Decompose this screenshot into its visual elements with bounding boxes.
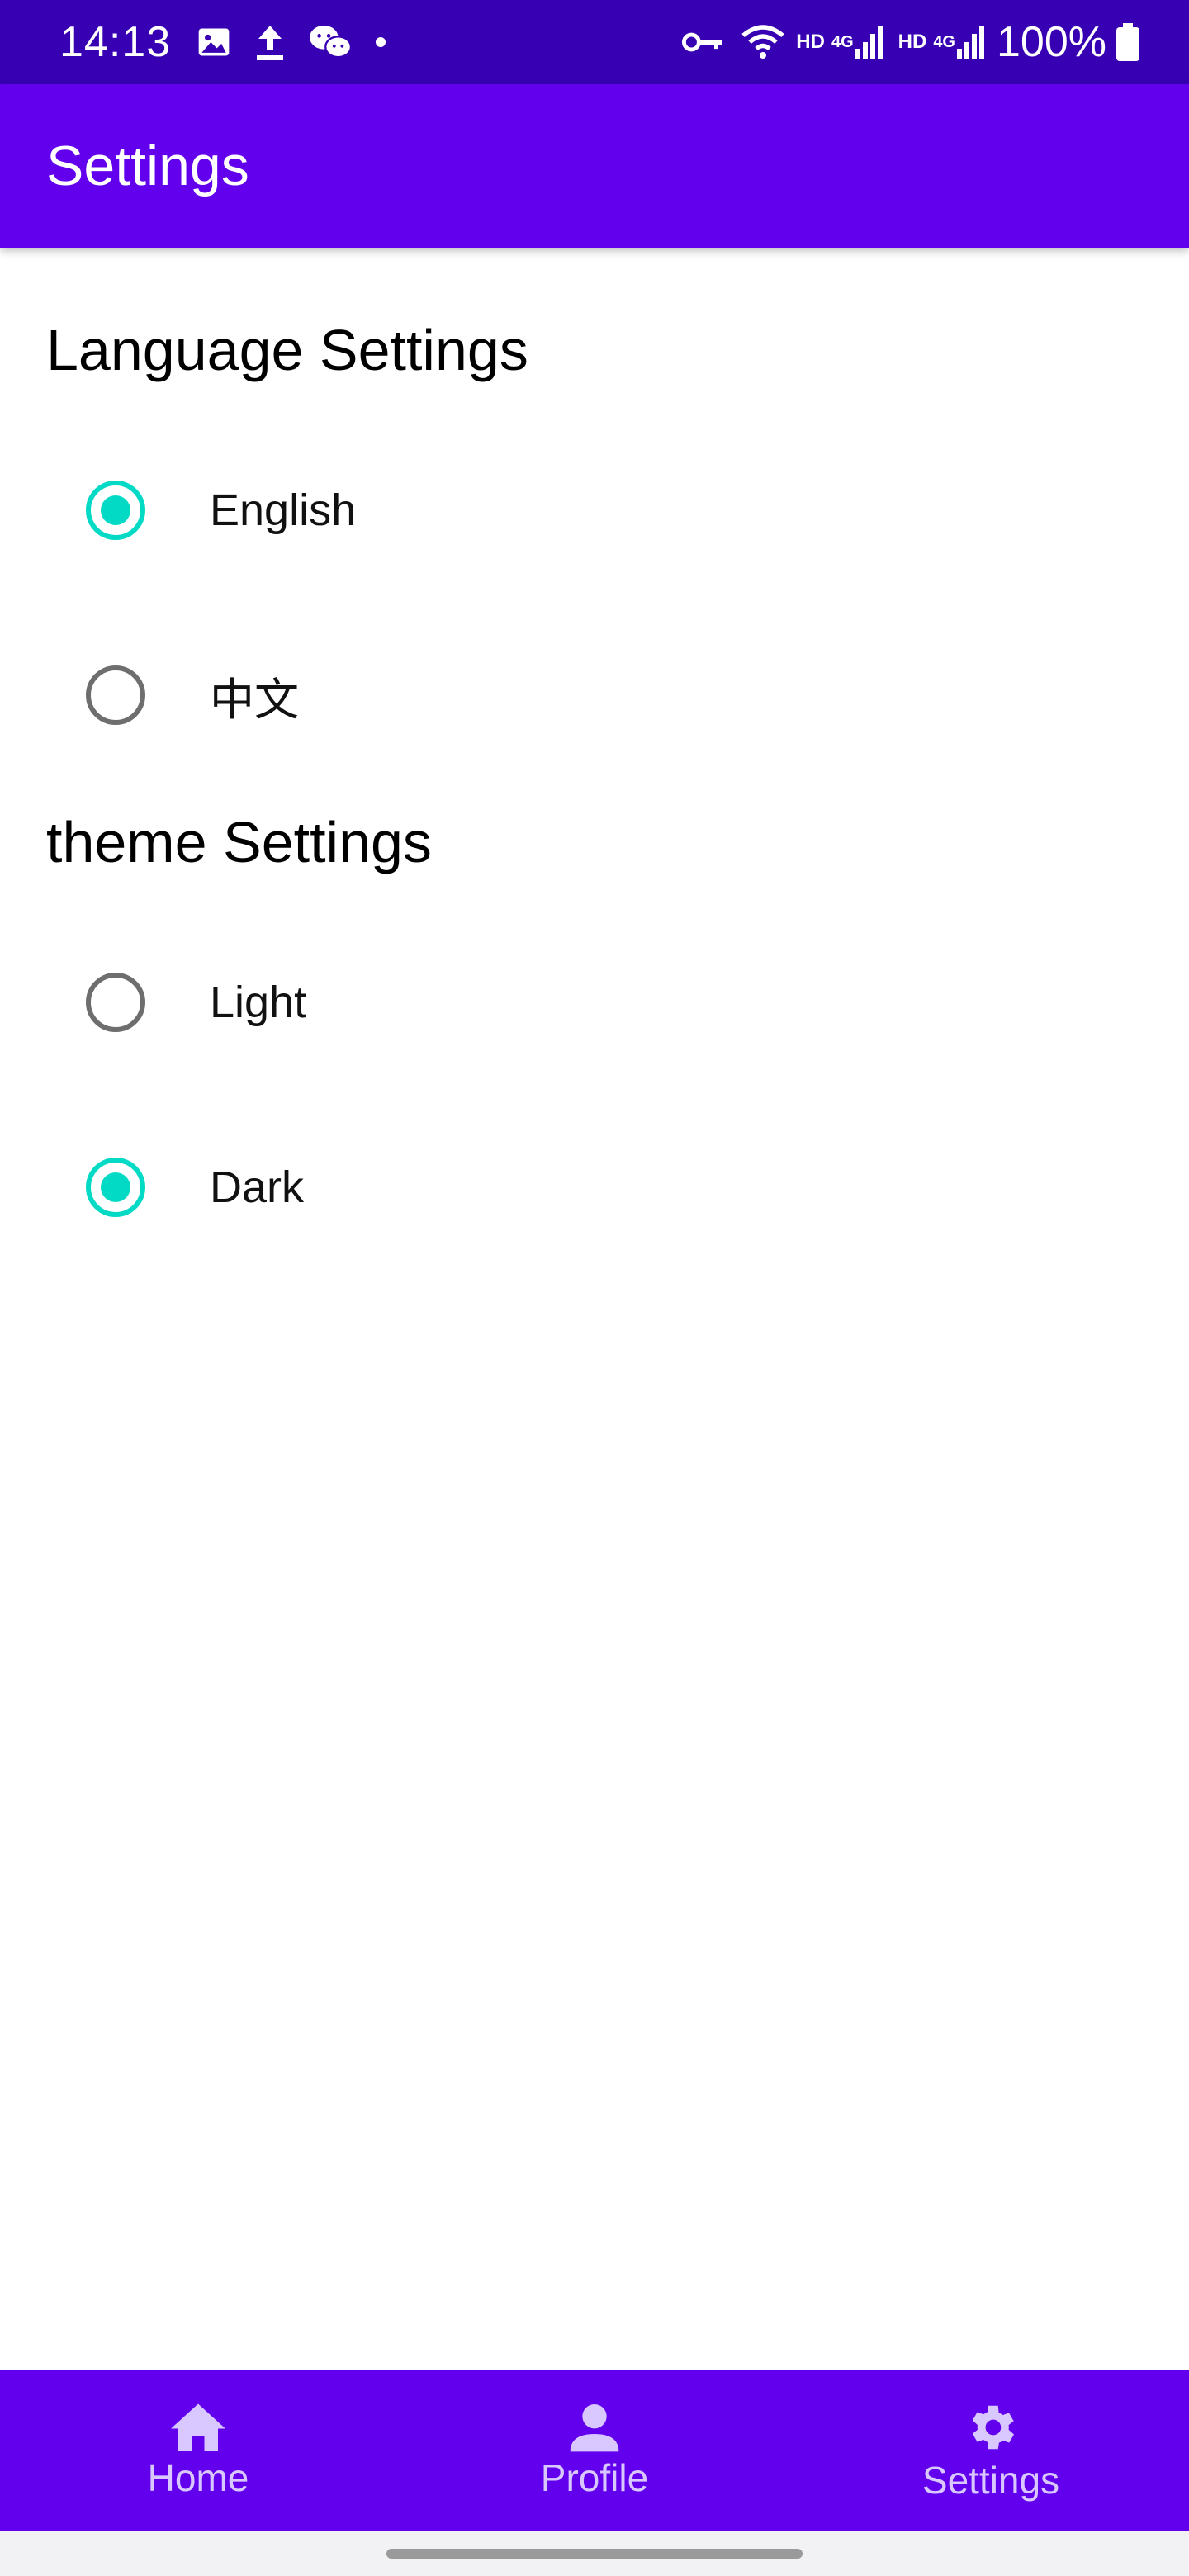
- radio-button-checked[interactable]: [86, 481, 145, 540]
- network-2-label: HD: [898, 31, 927, 53]
- language-option-chinese[interactable]: 中文: [0, 637, 1189, 753]
- theme-option-light[interactable]: Light: [0, 945, 1189, 1060]
- gear-icon: [972, 2405, 1014, 2450]
- radio-label: 中文: [210, 675, 299, 725]
- radio-label: Light: [210, 978, 307, 1027]
- wechat-icon: [308, 23, 353, 61]
- network-2-signal: 4G: [933, 34, 955, 50]
- upload-icon: [253, 22, 287, 62]
- theme-settings-title: theme Settings: [46, 810, 432, 874]
- network-1-signal: 4G: [831, 34, 854, 50]
- settings-screen: 14:13 HD 4G HD 4G 100% Settings Language…: [0, 0, 1189, 2576]
- gallery-icon: [196, 24, 232, 60]
- nav-label-settings: Settings: [921, 2459, 1060, 2502]
- status-time: 14:13: [59, 18, 172, 66]
- bottom-navigation: Home Profile Settings: [0, 2370, 1189, 2531]
- signal-icon: [855, 26, 883, 59]
- status-right: HD 4G HD 4G 100%: [682, 17, 1139, 67]
- language-option-english[interactable]: English: [0, 452, 1189, 568]
- theme-option-dark[interactable]: Dark: [0, 1129, 1189, 1245]
- status-left: 14:13: [59, 17, 409, 67]
- home-gesture-handle[interactable]: [386, 2549, 803, 2559]
- network-1-label: HD: [796, 31, 825, 53]
- home-icon: [171, 2403, 225, 2451]
- nav-item-home[interactable]: Home: [0, 2370, 396, 2531]
- app-bar: Settings: [0, 84, 1189, 248]
- page-title: Settings: [46, 135, 249, 197]
- battery-percent: 100%: [997, 18, 1106, 66]
- nav-item-profile[interactable]: Profile: [396, 2370, 793, 2531]
- battery-icon: [1116, 23, 1139, 61]
- status-bar: 14:13 HD 4G HD 4G 100%: [0, 0, 1189, 84]
- radio-button[interactable]: [86, 665, 145, 725]
- nav-label-home: Home: [147, 2456, 249, 2499]
- radio-label: Dark: [210, 1163, 305, 1212]
- vpn-key-icon: [682, 30, 725, 54]
- person-icon: [570, 2404, 619, 2452]
- nav-item-settings[interactable]: Settings: [793, 2370, 1189, 2531]
- gesture-bar: [0, 2531, 1189, 2576]
- wifi-icon: [740, 24, 786, 60]
- language-settings-title: Language Settings: [46, 318, 528, 382]
- network-2-generation: 4G: [933, 33, 955, 51]
- nav-label-profile: Profile: [540, 2456, 649, 2499]
- radio-button-checked[interactable]: [86, 1158, 145, 1217]
- signal-icon: [957, 26, 985, 59]
- network-1-generation: 4G: [831, 33, 854, 51]
- radio-label: English: [210, 485, 357, 535]
- dot-icon: [374, 36, 387, 49]
- radio-button[interactable]: [86, 973, 145, 1032]
